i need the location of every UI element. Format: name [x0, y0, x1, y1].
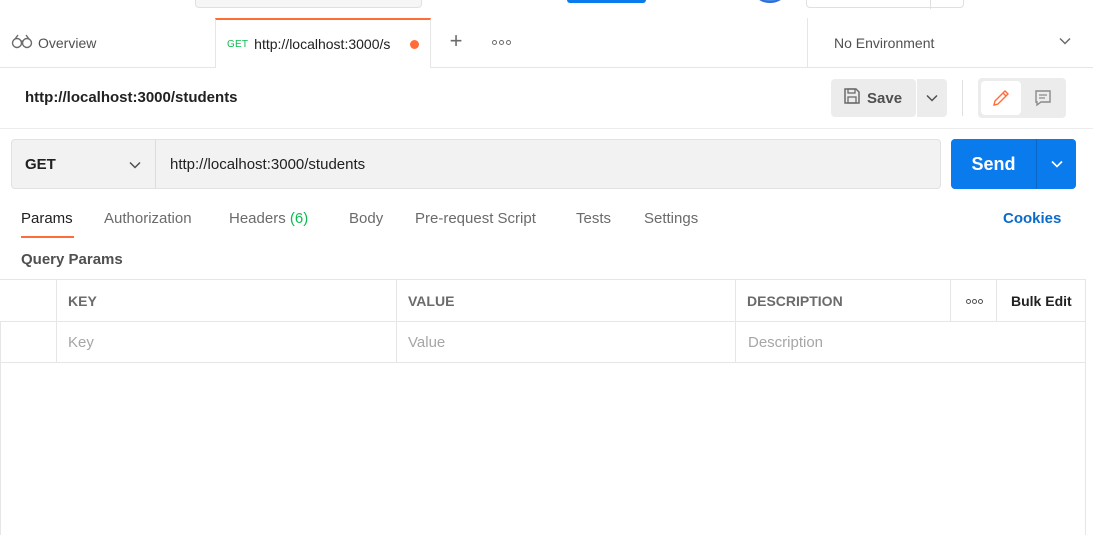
tab-pre-request-script[interactable]: Pre-request Script	[415, 210, 536, 227]
more-tabs-icon[interactable]	[490, 32, 512, 52]
top-toolbar-cropped	[0, 0, 1093, 18]
divider	[962, 80, 963, 116]
avatar[interactable]	[756, 0, 784, 3]
table-row: Key Value Description	[0, 321, 1086, 363]
method-select[interactable]: GET	[11, 139, 156, 189]
request-title[interactable]: http://localhost:3000/students	[25, 89, 238, 106]
save-options-button[interactable]	[917, 79, 947, 117]
method-label: GET	[25, 155, 56, 173]
environment-label: No Environment	[834, 34, 935, 51]
tab-overview-label: Overview	[38, 34, 97, 51]
table-options-icon[interactable]	[950, 280, 997, 322]
tab-url-label: http://localhost:3000/s	[254, 36, 391, 52]
comments-mode-button[interactable]	[1023, 81, 1063, 115]
query-params-title: Query Params	[21, 251, 123, 268]
search-input-cropped[interactable]	[195, 0, 422, 8]
tab-bar: Overview GET http://localhost:3000/s + N…	[0, 18, 1093, 68]
chevron-down-icon	[1058, 34, 1072, 51]
environment-selector[interactable]: No Environment	[807, 18, 1093, 67]
edit-mode-button[interactable]	[981, 81, 1021, 115]
send-options-button[interactable]	[1036, 139, 1076, 189]
bulk-edit-button[interactable]: Bulk Edit	[996, 280, 1086, 322]
description-input[interactable]: Description	[735, 322, 1086, 362]
cookies-link[interactable]: Cookies	[1003, 210, 1061, 227]
value-input[interactable]: Value	[396, 322, 736, 362]
divider	[0, 128, 1093, 129]
active-tab-indicator	[21, 236, 74, 238]
chevron-down-icon	[1050, 160, 1063, 168]
panel-border	[0, 322, 1, 535]
table-header-row: KEY VALUE DESCRIPTION Bulk Edit	[0, 279, 1086, 322]
column-header-value: VALUE	[396, 280, 736, 322]
upgrade-button-cropped[interactable]	[567, 0, 646, 3]
save-button-label: Save	[867, 89, 903, 107]
tab-tests[interactable]: Tests	[576, 210, 611, 227]
tab-request-active[interactable]: GET http://localhost:3000/s	[215, 18, 431, 68]
chevron-down-icon	[128, 158, 142, 176]
tab-settings[interactable]: Settings	[644, 210, 698, 227]
checkbox-column-header	[0, 280, 57, 322]
tab-params[interactable]: Params	[21, 210, 73, 227]
tab-method-label: GET	[227, 38, 249, 50]
column-header-key: KEY	[56, 280, 397, 322]
headers-count-badge: (6)	[289, 210, 309, 227]
column-header-description: DESCRIPTION	[735, 280, 951, 322]
url-input[interactable]: http://localhost:3000/students	[155, 139, 941, 189]
unsaved-dot-icon[interactable]	[410, 39, 420, 49]
new-tab-plus-icon[interactable]: +	[446, 30, 466, 52]
panel-border	[1085, 279, 1086, 535]
tab-overview[interactable]: Overview	[0, 18, 215, 67]
pencil-icon	[993, 90, 1009, 106]
tab-body[interactable]: Body	[349, 210, 383, 227]
overview-icon	[11, 33, 33, 52]
key-input[interactable]: Key	[56, 322, 397, 362]
tab-headers[interactable]: Headers (6)	[229, 210, 308, 227]
save-button[interactable]: Save	[831, 79, 916, 117]
tab-headers-label: Headers	[229, 210, 286, 227]
send-button[interactable]: Send	[951, 139, 1036, 189]
workspace-selector-cropped[interactable]	[806, 0, 964, 9]
save-icon	[843, 87, 861, 109]
tab-authorization[interactable]: Authorization	[104, 210, 192, 227]
chevron-down-icon	[926, 94, 938, 102]
row-checkbox-cell	[0, 322, 57, 362]
comment-icon	[1035, 90, 1051, 107]
